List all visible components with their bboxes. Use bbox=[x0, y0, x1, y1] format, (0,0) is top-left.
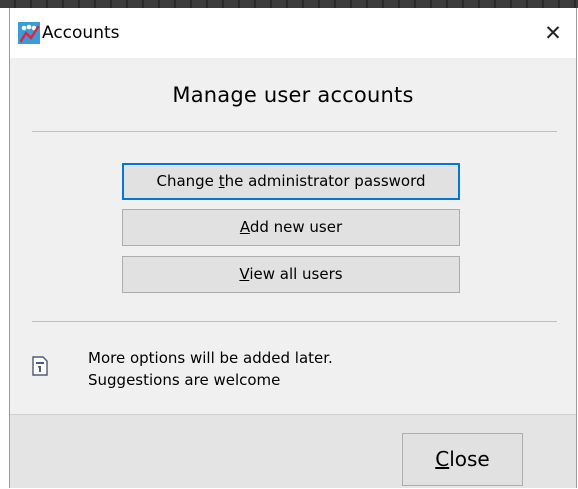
mnemonic-key: A bbox=[239, 218, 250, 236]
button-label-part: Change bbox=[156, 172, 219, 190]
button-label-part: lose bbox=[449, 447, 490, 471]
add-new-user-button[interactable]: Add new user bbox=[122, 209, 460, 246]
divider-top bbox=[32, 131, 557, 132]
background-window-strip bbox=[0, 0, 578, 8]
change-admin-password-button[interactable]: Change the administrator password bbox=[122, 163, 460, 200]
info-line-1: More options will be added later. bbox=[88, 349, 333, 367]
close-icon[interactable]: ✕ bbox=[530, 10, 576, 56]
mnemonic-key: V bbox=[239, 265, 250, 283]
accounts-app-icon bbox=[18, 22, 40, 44]
info-document-icon bbox=[32, 356, 48, 376]
title-bar[interactable]: Accounts ✕ bbox=[10, 8, 576, 58]
info-message: More options will be added later. Sugges… bbox=[88, 347, 333, 391]
close-button[interactable]: Close bbox=[402, 433, 523, 486]
button-label-part: he administrator password bbox=[224, 172, 426, 190]
accounts-dialog: Accounts ✕ Manage user accounts Change t… bbox=[9, 8, 577, 488]
button-label-part: dd new user bbox=[249, 218, 343, 236]
dialog-footer: Close bbox=[10, 414, 576, 488]
window-title: Accounts bbox=[42, 23, 120, 43]
button-label-part: iew all users bbox=[249, 265, 343, 283]
divider-bottom bbox=[32, 321, 557, 322]
info-line-2: Suggestions are welcome bbox=[88, 371, 281, 389]
view-all-users-button[interactable]: View all users bbox=[122, 256, 460, 293]
mnemonic-key: C bbox=[435, 447, 450, 471]
page-title: Manage user accounts bbox=[172, 83, 414, 107]
